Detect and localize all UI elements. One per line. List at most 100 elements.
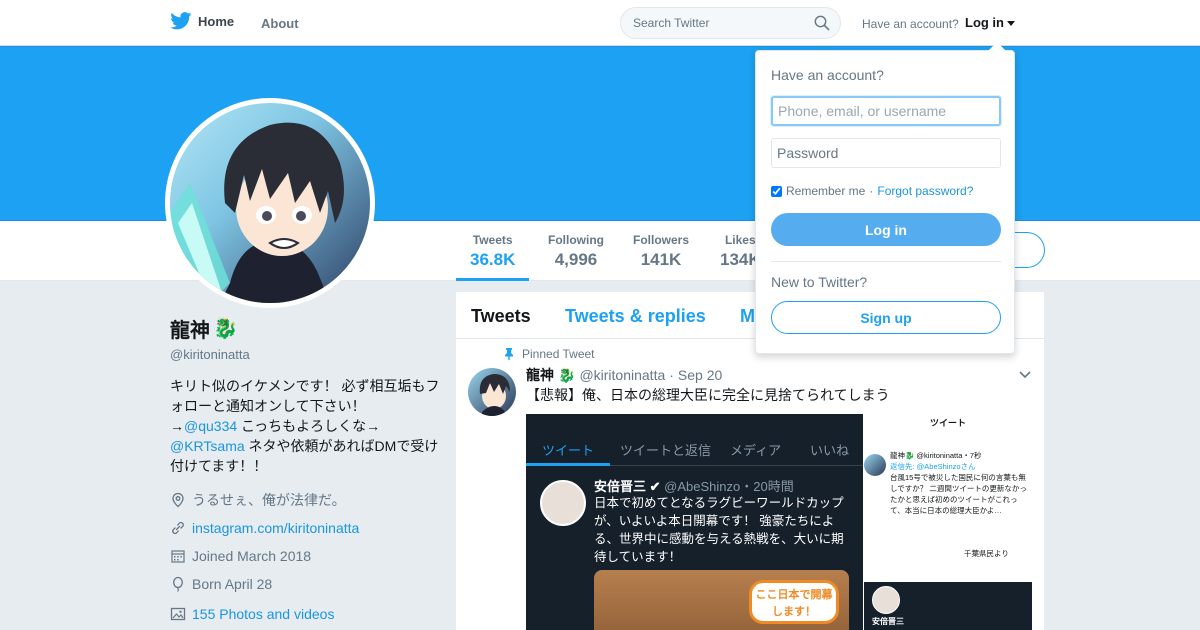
stat-value: 4,996: [554, 250, 598, 269]
stat-value: 36.8K: [470, 250, 516, 269]
login-dropdown-toggle[interactable]: Log in: [965, 15, 1015, 30]
tweet-avatar[interactable]: [468, 368, 516, 416]
tweet-avatar-illustration: [479, 374, 510, 416]
stat-value: 141K: [640, 250, 682, 269]
dragon-emoji-icon: 🐉: [213, 318, 238, 340]
have-account-text: Have an account?: [862, 17, 959, 31]
search-input[interactable]: [621, 8, 801, 38]
embedded-photo: ここ日本で開幕します！: [594, 570, 849, 630]
embedded-tab: メディア: [730, 443, 782, 458]
dragon-emoji-icon: 🐉: [558, 366, 576, 383]
nav-about-link[interactable]: About: [261, 16, 299, 31]
photos-videos-label: 155 Photos and videos: [192, 606, 335, 622]
bio-mention-link[interactable]: @KRTsama: [170, 438, 245, 454]
embedded-right-footer-avatar: [872, 586, 900, 614]
top-navigation: Home About Have an account? Log in: [0, 0, 1200, 46]
login-toggle-label: Log in: [965, 15, 1004, 30]
new-to-twitter-text: New to Twitter?: [771, 274, 868, 290]
profile-card: 龍神 🐉 @kiritoninatta キリト似のイケメンです！ 必ず相互垢もフ…: [170, 314, 440, 622]
profile-birthday: Born April 28: [170, 570, 440, 598]
link-icon: [172, 521, 184, 535]
tweet-author-handle[interactable]: @kiritoninatta: [579, 367, 665, 383]
tweet-media[interactable]: ツイート ツイートと返信 メディア いいね 安倍晋三 ✔ @AbeShinzo・…: [526, 414, 1032, 630]
profile-meta: うるせぇ、俺が法律だ。 instagram.com/kiritoninatta …: [170, 486, 440, 598]
embedded-body: 日本で初めてとなるラグビーワールドカップが、いよいよ本日開幕です！ 強豪たちによ…: [594, 496, 844, 564]
profile-avatar[interactable]: [165, 98, 375, 308]
search-icon[interactable]: [814, 15, 830, 31]
profile-name[interactable]: 龍神 🐉: [170, 314, 440, 343]
bird-icon: [170, 12, 192, 30]
embedded-author: 安倍晋三 ✔ @AbeShinzo・20時間: [594, 476, 794, 495]
tab-tweets-replies[interactable]: Tweets & replies: [565, 306, 706, 327]
bio-mention-link[interactable]: @qu334: [184, 418, 237, 434]
embedded-screenshot-left: ツイート ツイートと返信 メディア いいね 安倍晋三 ✔ @AbeShinzo・…: [526, 414, 863, 630]
profile-name-text: 龍神: [170, 320, 210, 342]
embedded-right-reply-to: 返信先: @AbeShinzoさん: [890, 462, 976, 471]
remember-me-checkbox[interactable]: [771, 185, 782, 197]
signup-button[interactable]: Sign up: [771, 301, 1001, 334]
profile-bio: キリト似のイケメンです！ 必ず相互垢もフォローと通知オンして下さい！ →@qu3…: [170, 376, 440, 476]
password-field[interactable]: [771, 138, 1001, 168]
bio-text: キリト似のイケメンです！ 必ず相互垢もフォローと通知オンして下さい！: [170, 378, 440, 414]
tab-media[interactable]: M: [740, 306, 755, 327]
login-dropdown: Have an account? Remember me · Forgot pa…: [755, 42, 1015, 354]
tweet-author-name[interactable]: 龍神: [526, 365, 554, 385]
tweet-header: 龍神 🐉 @kiritoninatta · Sep 20: [526, 365, 722, 385]
born-text: Born April 28: [192, 576, 273, 592]
balloon-icon: [173, 576, 183, 592]
embedded-author-name: 安倍晋三: [594, 479, 647, 494]
embedded-author-handle: @AbeShinzo・20時間: [664, 479, 794, 494]
embedded-right-avatar: [864, 454, 886, 476]
username-field[interactable]: [771, 96, 1001, 126]
embedded-right-footer: 安倍晋三: [864, 582, 1032, 630]
embedded-right-footer-name: 安倍晋三: [872, 617, 904, 626]
stat-following[interactable]: Following 4,996: [548, 233, 604, 270]
profile-joined: Joined March 2018: [170, 542, 440, 570]
separator-dot: ·: [869, 184, 874, 198]
embedded-tab: ツイートと返信: [620, 443, 712, 458]
pinned-tweet-label: Pinned Tweet: [504, 347, 595, 361]
chevron-down-icon[interactable]: [1018, 370, 1032, 380]
profile-handle[interactable]: @kiritoninatta: [170, 347, 440, 362]
nav-home-label: Home: [198, 13, 235, 29]
joined-text: Joined March 2018: [192, 548, 312, 564]
anime-character-illustration: [170, 122, 344, 303]
forgot-password-link[interactable]: Forgot password?: [877, 184, 973, 198]
avatar-image: [170, 103, 370, 303]
website-link[interactable]: instagram.com/kiritoninatta: [192, 520, 359, 536]
location-pin-icon: [172, 492, 184, 508]
login-dropdown-title: Have an account?: [771, 67, 884, 83]
remember-me-row: Remember me · Forgot password?: [771, 184, 973, 198]
calendar-icon: [171, 550, 185, 563]
bio-arrow: →: [170, 418, 184, 434]
stat-label: Followers: [633, 233, 690, 247]
location-text: うるせぇ、俺が法律だ。: [192, 492, 346, 508]
embedded-tab: ツイート: [542, 443, 595, 458]
tweet-date[interactable]: Sep 20: [678, 367, 722, 383]
tweet-text: 【悲報】俺、日本の総理大臣に完全に見捨てられてしまう: [526, 387, 890, 403]
photos-videos-link[interactable]: 155 Photos and videos: [170, 606, 440, 622]
nav-home-link[interactable]: Home: [170, 12, 234, 30]
stat-label: Tweets: [472, 233, 513, 247]
embedded-tab-indicator: [526, 463, 610, 466]
dropdown-divider: [771, 261, 1001, 262]
image-icon: [170, 607, 186, 621]
profile-website: instagram.com/kiritoninatta: [170, 514, 440, 542]
embedded-right-body: 台風15号で被災した国民に何の言葉も無しですか？ 二週間ツイートの更新なかったか…: [890, 473, 1027, 515]
embedded-tab: いいね: [810, 443, 850, 458]
verified-icon: ✔: [649, 479, 661, 494]
stat-followers[interactable]: Followers 141K: [633, 233, 689, 270]
embedded-screenshot-right: ツイート 龍神🐉 @kiritoninatta・7秒 返信先: @AbeShin…: [864, 414, 1032, 630]
embedded-right-content: 龍神🐉 @kiritoninatta・7秒 返信先: @AbeShinzoさん …: [890, 450, 1030, 516]
embedded-avatar: [540, 480, 586, 526]
stat-tweets[interactable]: Tweets 36.8K: [455, 233, 530, 281]
remember-me-label[interactable]: Remember me: [786, 184, 865, 198]
chevron-down-icon: [1007, 21, 1015, 26]
tweet-separator: ·: [669, 367, 674, 383]
embedded-tabs: ツイート ツイートと返信 メディア いいね: [526, 432, 863, 466]
pin-icon: [505, 348, 513, 360]
login-button[interactable]: Log in: [771, 213, 1001, 246]
tab-tweets[interactable]: Tweets: [471, 306, 531, 327]
stat-label: Following: [548, 233, 604, 247]
profile-location: うるせぇ、俺が法律だ。: [170, 486, 440, 514]
